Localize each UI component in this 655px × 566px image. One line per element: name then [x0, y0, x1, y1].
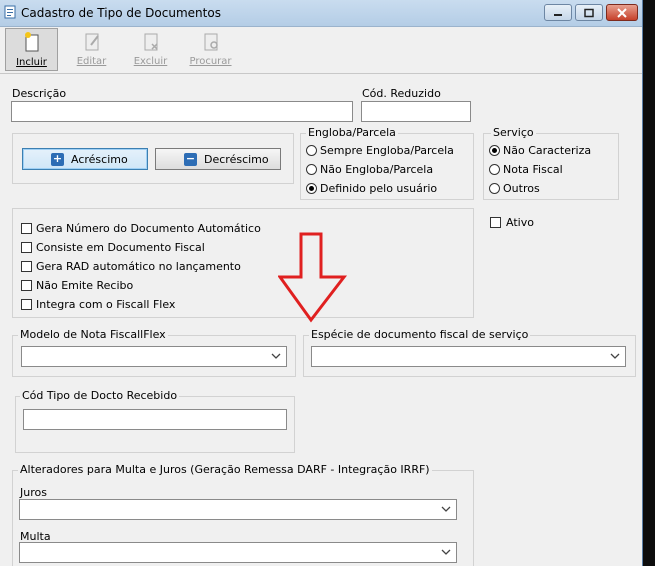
search-document-icon — [204, 33, 218, 51]
close-icon — [617, 7, 627, 18]
nota-fiscal-label: Nota Fiscal — [503, 163, 563, 176]
descricao-label: Descrição — [12, 87, 67, 100]
close-button[interactable] — [606, 4, 638, 21]
multa-select[interactable] — [19, 542, 457, 563]
outros-label: Outros — [503, 182, 540, 195]
chevron-down-icon — [441, 506, 451, 512]
descricao-input[interactable] — [11, 101, 353, 122]
new-document-icon — [24, 32, 38, 52]
acrescimo-label: Acréscimo — [71, 153, 128, 166]
juros-label: Juros — [20, 486, 47, 499]
maximize-button[interactable] — [575, 4, 603, 21]
maximize-icon — [584, 8, 594, 17]
plus-icon: + — [51, 152, 64, 166]
modelo-label: Modelo de Nota FiscallFlex — [18, 328, 168, 341]
incluir-button[interactable]: Incluir — [5, 28, 58, 71]
sempre-engloba-radio[interactable] — [306, 145, 317, 156]
chevron-down-icon — [271, 353, 281, 359]
title-bar: Cadastro de Tipo de Documentos — [0, 0, 642, 27]
minimize-icon — [554, 13, 562, 16]
ativo-label: Ativo — [506, 216, 534, 229]
chevron-down-icon — [610, 353, 620, 359]
gera-numero-label: Gera Número do Documento Automático — [36, 222, 261, 235]
nao-engloba-label: Não Engloba/Parcela — [320, 163, 434, 176]
procurar-button[interactable]: Procurar — [184, 28, 237, 71]
delete-document-icon — [144, 33, 158, 51]
integra-fiscall-label: Integra com o Fiscall Flex — [36, 298, 176, 311]
consiste-documento-checkbox[interactable] — [21, 242, 32, 253]
nota-fiscal-radio[interactable] — [489, 164, 500, 175]
minimize-button[interactable] — [544, 4, 572, 21]
chevron-down-icon — [441, 549, 451, 555]
procurar-label: Procurar — [189, 56, 232, 67]
nao-engloba-radio[interactable] — [306, 164, 317, 175]
nao-emite-recibo-label: Não Emite Recibo — [36, 279, 134, 292]
window-title: Cadastro de Tipo de Documentos — [21, 6, 221, 20]
sempre-engloba-label: Sempre Engloba/Parcela — [320, 144, 454, 157]
decrescimo-label: Decréscimo — [204, 153, 269, 166]
main-window: Cadastro de Tipo de Documentos Incluir E… — [0, 0, 643, 566]
servico-legend: Serviço — [491, 126, 536, 139]
gera-rad-label: Gera RAD automático no lançamento — [36, 260, 241, 273]
ativo-checkbox[interactable] — [490, 217, 501, 228]
minus-icon: − — [184, 152, 197, 166]
definido-usuario-label: Definido pelo usuário — [320, 182, 438, 195]
desktop-background — [643, 0, 655, 566]
gera-numero-checkbox[interactable] — [21, 223, 32, 234]
editar-label: Editar — [76, 56, 107, 67]
document-app-icon — [4, 5, 16, 19]
edit-document-icon — [85, 33, 99, 51]
editar-button[interactable]: Editar — [65, 28, 118, 71]
nao-caracteriza-radio[interactable] — [489, 145, 500, 156]
juros-select[interactable] — [19, 499, 457, 520]
especie-select[interactable] — [311, 346, 626, 367]
acrescimo-button[interactable]: + Acréscimo — [22, 148, 148, 170]
engloba-legend: Engloba/Parcela — [306, 126, 398, 139]
toolbar: Incluir Editar Excluir Procurar — [0, 27, 642, 74]
gera-rad-checkbox[interactable] — [21, 261, 32, 272]
excluir-label: Excluir — [133, 56, 168, 67]
excluir-button[interactable]: Excluir — [124, 28, 177, 71]
nao-caracteriza-label: Não Caracteriza — [503, 144, 592, 157]
modelo-select[interactable] — [21, 346, 287, 367]
alteradores-label: Alteradores para Multa e Juros (Geração … — [18, 463, 432, 476]
down-arrow-annotation — [278, 232, 348, 323]
consiste-documento-label: Consiste em Documento Fiscal — [36, 241, 205, 254]
especie-label: Espécie de documento fiscal de serviço — [309, 328, 531, 341]
cod-tipo-input[interactable] — [23, 409, 287, 430]
nao-emite-recibo-checkbox[interactable] — [21, 280, 32, 291]
cod-tipo-label: Cód Tipo de Docto Recebido — [20, 389, 180, 402]
integra-fiscall-checkbox[interactable] — [21, 299, 32, 310]
incluir-label: Incluir — [16, 57, 47, 68]
definido-usuario-radio[interactable] — [306, 183, 317, 194]
decrescimo-button[interactable]: − Decréscimo — [155, 148, 281, 170]
cod-reduzido-label: Cód. Reduzido — [362, 87, 441, 100]
cod-reduzido-input[interactable] — [361, 101, 471, 122]
outros-radio[interactable] — [489, 183, 500, 194]
